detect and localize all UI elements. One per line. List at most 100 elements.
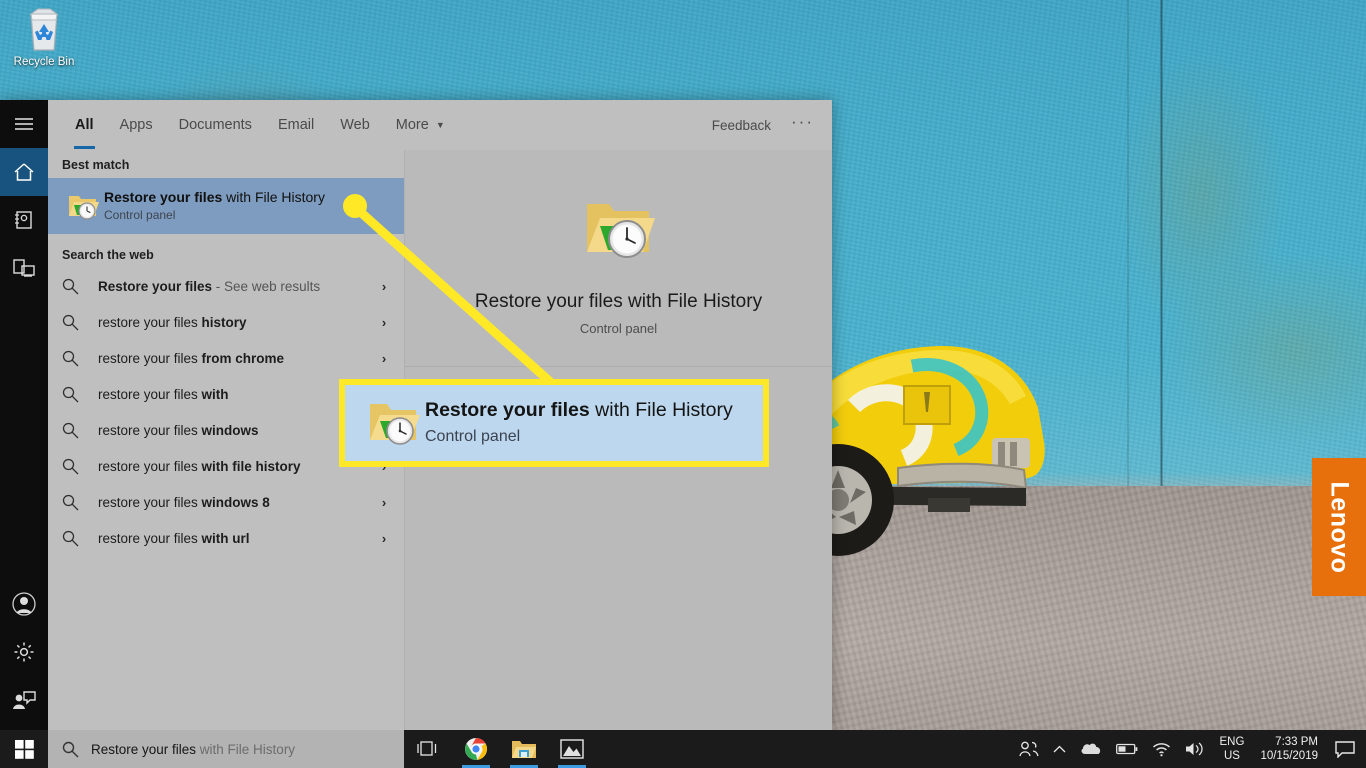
web-result-label: restore your files history: [98, 315, 374, 330]
folder-clock-icon: [363, 398, 425, 448]
sidebar-item-feedback[interactable]: [0, 676, 48, 724]
tray-onedrive-button[interactable]: [1073, 730, 1109, 768]
lenovo-badge: Lenovo: [1312, 458, 1366, 596]
lenovo-badge-label: Lenovo: [1325, 481, 1354, 573]
photos-icon: [560, 739, 584, 759]
web-result-bold-tail: windows 8: [201, 494, 270, 510]
web-result-label: Restore your files - See web results: [98, 279, 374, 294]
sidebar-item-collections[interactable]: [0, 196, 48, 244]
windows-logo-icon: [14, 739, 34, 759]
tray-language-indicator[interactable]: ENG US: [1212, 730, 1253, 768]
tray-volume-button[interactable]: [1178, 730, 1212, 768]
feedback-button[interactable]: Feedback: [712, 118, 771, 133]
search-icon: [62, 278, 98, 295]
folder-clock-icon: [62, 191, 104, 221]
search-icon: [62, 350, 98, 367]
clock-date: 10/15/2019: [1260, 750, 1318, 762]
speaker-icon: [1185, 742, 1203, 756]
tray-network-button[interactable]: [1145, 730, 1178, 768]
chevron-right-icon: ›: [381, 350, 387, 366]
show-hidden-icons-button[interactable]: [1046, 730, 1073, 768]
language-line1: ENG: [1219, 736, 1245, 748]
web-result-label: restore your files windows 8: [98, 495, 374, 510]
tab-more-label: More: [395, 117, 429, 133]
tab-web[interactable]: Web: [327, 100, 383, 150]
feedback-person-icon: [13, 691, 36, 709]
tab-web-label: Web: [340, 117, 370, 133]
search-icon: [62, 530, 98, 547]
tab-documents[interactable]: Documents: [166, 100, 265, 150]
web-result-row[interactable]: restore your files history ›: [48, 304, 404, 340]
web-result-bold: Restore your files: [98, 278, 213, 294]
section-header-search-the-web: Search the web: [62, 248, 154, 262]
task-view-icon: [417, 741, 437, 756]
search-nav-rail: [0, 100, 48, 730]
web-result-prefix: restore your files: [98, 314, 202, 330]
tab-all[interactable]: All: [62, 100, 107, 150]
details-subtitle: Control panel: [579, 321, 658, 336]
callout-text: Restore your files with File History Con…: [425, 398, 733, 448]
folder-icon: [512, 741, 536, 758]
tab-more[interactable]: More ▼: [383, 100, 458, 150]
home-icon: [14, 163, 34, 181]
task-view-button[interactable]: [404, 730, 452, 768]
tray-battery-button[interactable]: [1109, 730, 1145, 768]
best-match-title: Restore your files with File History: [104, 189, 325, 207]
tab-apps-label: Apps: [119, 117, 153, 133]
web-result-label: restore your files with file history: [98, 459, 374, 474]
search-icon: [62, 458, 98, 475]
web-result-bold-tail: with: [201, 386, 229, 402]
wifi-icon: [1152, 742, 1170, 756]
web-result-row[interactable]: restore your files windows 8 ›: [48, 484, 404, 520]
hamburger-menu-button[interactable]: [0, 100, 48, 148]
chevron-right-icon: ›: [381, 494, 387, 510]
sidebar-item-my-devices[interactable]: [0, 244, 48, 292]
web-result-row[interactable]: restore your files with url ›: [48, 520, 404, 556]
details-hero: Restore your files with File History Con…: [405, 150, 832, 367]
web-result-prefix: restore your files: [98, 458, 202, 474]
best-match-text: Restore your files with File History Con…: [104, 189, 325, 224]
chevron-down-icon: ▼: [435, 119, 445, 130]
person-icon: [12, 592, 36, 616]
web-result-prefix: restore your files: [98, 350, 202, 366]
tab-apps[interactable]: Apps: [107, 100, 166, 150]
web-result-row[interactable]: restore your files from chrome ›: [48, 340, 404, 376]
people-icon: [1018, 741, 1038, 757]
taskbar-search-box[interactable]: Restore your files with File History: [48, 730, 404, 768]
taskbar-app-photos[interactable]: [548, 730, 596, 768]
best-match-result-row[interactable]: Restore your files with File History Con…: [48, 178, 404, 234]
wallpaper-wall-seam-secondary: [1127, 0, 1129, 486]
cloud-icon: [1081, 743, 1100, 754]
tabbar-right-group: Feedback ···: [712, 113, 832, 133]
sidebar-item-settings[interactable]: [0, 628, 48, 676]
language-line2: US: [1223, 750, 1240, 762]
taskbar-app-file-explorer[interactable]: [500, 730, 548, 768]
section-header-best-match: Best match: [62, 158, 130, 172]
notification-icon: [1335, 741, 1355, 758]
desktop-icon-recycle-bin[interactable]: Recycle Bin: [6, 6, 82, 68]
chrome-icon: [465, 738, 487, 760]
action-center-button[interactable]: [1328, 730, 1362, 768]
search-icon: [62, 386, 98, 403]
best-match-title-bold: Restore your files: [104, 188, 223, 205]
web-result-label: restore your files from chrome: [98, 351, 374, 366]
battery-icon: [1115, 743, 1137, 755]
tab-email[interactable]: Email: [265, 100, 327, 150]
chevron-right-icon: ›: [381, 530, 387, 546]
tray-people-button[interactable]: [1012, 730, 1046, 768]
web-result-bold-tail: with file history: [201, 458, 301, 474]
notebook-icon: [15, 211, 32, 229]
web-result-prefix: restore your files: [98, 494, 202, 510]
callout-title-bold: Restore your files: [425, 398, 590, 421]
callout-highlight-box: Restore your files with File History Con…: [339, 379, 769, 467]
tray-clock[interactable]: 7:33 PM 10/15/2019: [1252, 730, 1328, 768]
start-button[interactable]: [0, 730, 48, 768]
search-icon: [62, 422, 98, 439]
web-result-row[interactable]: Restore your files - See web results ›: [48, 268, 404, 304]
search-icon: [62, 314, 98, 331]
more-options-button[interactable]: ···: [791, 113, 814, 133]
folder-clock-icon: [581, 194, 657, 269]
taskbar-app-google-chrome[interactable]: [452, 730, 500, 768]
sidebar-item-account[interactable]: [0, 580, 48, 628]
sidebar-item-home[interactable]: [0, 148, 48, 196]
